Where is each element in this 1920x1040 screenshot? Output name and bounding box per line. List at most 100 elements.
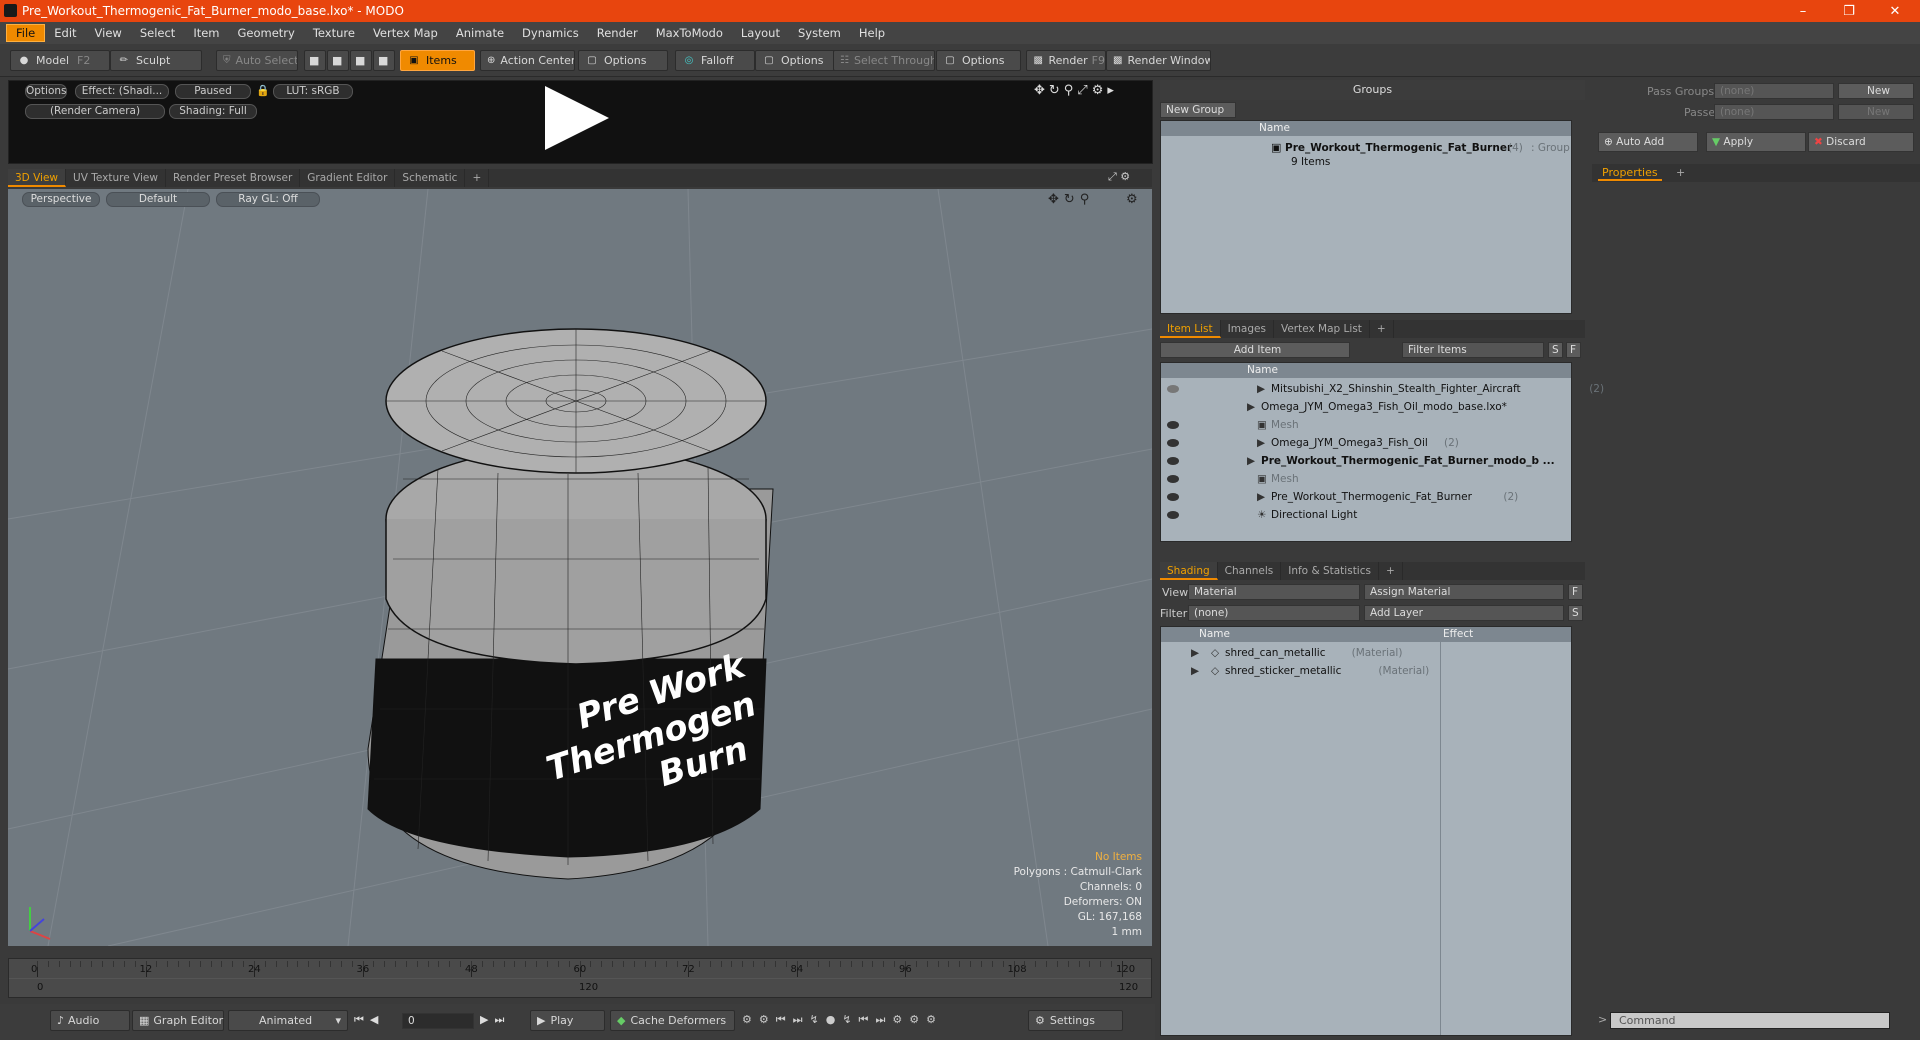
expand-arrow-icon[interactable]: ▶ [1191,662,1199,680]
select-through-button[interactable]: ☷ Select Through [833,50,935,71]
tab-info-statistics[interactable]: Info & Statistics [1281,562,1379,580]
new-group-button[interactable]: New Group [1160,102,1236,118]
assign-material-button[interactable]: Assign Material [1364,584,1564,600]
tab-images[interactable]: Images [1221,320,1274,338]
vertex-select-icon[interactable]: ■ [304,50,326,71]
menu-animate[interactable]: Animate [447,26,513,40]
close-icon[interactable]: ✕ [1872,0,1918,22]
add-layer-dropdown[interactable]: Add Layer [1364,605,1564,621]
visibility-eye-icon[interactable] [1167,493,1179,501]
style-dropdown[interactable]: Default [106,192,210,207]
audio-button[interactable]: ♪ Audio [50,1010,130,1031]
menu-item[interactable]: Item [184,26,228,40]
visibility-eye-icon[interactable] [1167,475,1179,483]
shading-dropdown[interactable]: Shading: Full [169,104,257,119]
menu-system[interactable]: System [789,26,850,40]
viewport-settings-icon[interactable]: ⚙ [1126,192,1138,207]
graph-editor-button[interactable]: ▦ Graph Editor [132,1010,224,1031]
tab-[interactable]: + [1370,320,1394,338]
render-window-button[interactable]: ▩ Render Window [1106,50,1211,71]
new-pass-button[interactable]: New [1838,104,1914,120]
tab-schematic[interactable]: Schematic [395,169,466,187]
menu-dynamics[interactable]: Dynamics [513,26,588,40]
tab-channels[interactable]: Channels [1218,562,1282,580]
visibility-eye-icon[interactable] [1167,439,1179,447]
tab-gradient-editor[interactable]: Gradient Editor [300,169,396,187]
key-tools-icons[interactable]: ⚙⚙⏮⏭↯●↯⏮⏭⚙⚙⚙ [742,1013,943,1027]
menu-render[interactable]: Render [588,26,647,40]
timeline[interactable]: 0 12 24 36 48 60 72 84 96 108 120 0 120 120 [8,958,1152,998]
material-select-icon[interactable]: ■ [373,50,395,71]
model-mode-button[interactable]: ● Model F2 [10,50,110,71]
apply-button[interactable]: ▼ Apply [1706,132,1806,152]
animated-dropdown[interactable]: Animated ▾ [228,1010,348,1031]
passes-dropdown[interactable]: (none) [1714,104,1834,120]
shading-s-button[interactable]: S [1568,605,1583,621]
tab-render-preset-browser[interactable]: Render Preset Browser [166,169,301,187]
discard-button[interactable]: ✖ Discard [1808,132,1914,152]
item-row[interactable]: ▶ Pre_Workout_Thermogenic_Fat_Burner_modo… [1161,452,1571,470]
add-tab-button[interactable]: + [1676,166,1685,179]
visibility-eye-icon[interactable] [1167,457,1179,465]
shading-view-dropdown[interactable]: Material [1188,584,1360,600]
itemlist-s-button[interactable]: S [1548,342,1563,358]
items-mode-button[interactable]: ▣ Items [400,50,475,71]
group-row[interactable]: ▣ Pre_Workout_Thermogenic_Fat_Burner (4)… [1161,139,1571,157]
polygon-select-icon[interactable]: ■ [350,50,372,71]
item-row[interactable]: ▶ Omega_JYM_Omega3_Fish_Oil (2) [1161,434,1571,452]
material-row[interactable]: ▶ ◇ shred_can_metallic (Material) [1161,644,1439,662]
lock-icon[interactable]: 🔒 [256,84,270,97]
camera-dropdown[interactable]: (Render Camera) [25,104,165,119]
settings-button[interactable]: ⚙ Settings [1028,1010,1123,1031]
item-row[interactable]: ☀ Directional Light [1161,506,1571,524]
tab-properties[interactable]: Properties [1598,166,1662,181]
preview-nav-icons[interactable]: ✥↻⚲⤢⚙▸ [1034,83,1118,98]
auto-add-button[interactable]: ⊕ Auto Add [1598,132,1698,152]
item-row[interactable]: ▶ Mitsubishi_X2_Shinshin_Stealth_Fighter_… [1161,380,1604,398]
view-panel-controls-icon[interactable]: ⤢ ⚙ [1108,170,1130,184]
cache-deformers-button[interactable]: ◆ Cache Deformers [610,1010,735,1031]
filter-items-input[interactable]: Filter Items [1402,342,1544,358]
falloff-options-button[interactable]: ▢ Options [755,50,835,71]
lut-dropdown[interactable]: LUT: sRGB [273,84,353,99]
effect-dropdown[interactable]: Effect: (Shadi... [75,84,169,99]
tab-[interactable]: + [1379,562,1403,580]
tab-3d-view[interactable]: 3D View [8,169,67,187]
tab-uv-texture-view[interactable]: UV Texture View [66,169,166,187]
menu-file[interactable]: File [6,24,46,42]
expand-arrow-icon[interactable]: ▶ [1191,644,1199,662]
visibility-eye-icon[interactable] [1167,511,1179,519]
menu-vertex-map[interactable]: Vertex Map [364,26,447,40]
transport-back-icons[interactable]: ⏮◀ [354,1013,384,1027]
item-row[interactable]: ▣ Mesh [1161,416,1571,434]
action-center-button[interactable]: ⊕ Action Center [480,50,575,71]
tab-item-list[interactable]: Item List [1160,320,1221,338]
3d-viewport[interactable]: Pre Work Thermogen Burn Perspective Defa… [8,189,1152,946]
shading-filter-dropdown[interactable]: (none) [1188,605,1360,621]
menu-maxtomodo[interactable]: MaxToModo [647,26,732,40]
pass-groups-dropdown[interactable]: (none) [1714,83,1834,99]
command-input[interactable]: Command [1610,1012,1890,1029]
shading-f-button[interactable]: F [1568,584,1583,600]
visibility-eye-icon[interactable] [1167,421,1179,429]
tab-vertex-map-list[interactable]: Vertex Map List [1274,320,1370,338]
restore-icon[interactable]: ❐ [1826,0,1872,22]
transport-forward-icons[interactable]: ▶⏭ [480,1013,510,1027]
viewport-nav-icons[interactable]: ✥↻⚲ [1048,192,1094,207]
perspective-dropdown[interactable]: Perspective [22,192,100,207]
menu-texture[interactable]: Texture [304,26,364,40]
select-through-options-button[interactable]: ▢ Options [936,50,1021,71]
preview-options-button[interactable]: Options [25,84,67,99]
falloff-button[interactable]: ◎ Falloff [675,50,755,71]
visibility-eye-icon[interactable] [1167,385,1179,393]
itemlist-f-button[interactable]: F [1566,342,1581,358]
play-button[interactable]: ▶ Play [530,1010,605,1031]
menu-select[interactable]: Select [131,26,184,40]
item-row[interactable]: ▶ Pre_Workout_Thermogenic_Fat_Burner (2) [1161,488,1571,506]
frame-input[interactable]: 0 [402,1013,474,1029]
item-row[interactable]: ▣ Mesh [1161,470,1571,488]
minimize-icon[interactable]: – [1780,0,1826,22]
auto-select-button[interactable]: ⛨ Auto Select [216,50,298,71]
action-center-options-button[interactable]: ▢ Options [578,50,668,71]
menu-help[interactable]: Help [850,26,894,40]
